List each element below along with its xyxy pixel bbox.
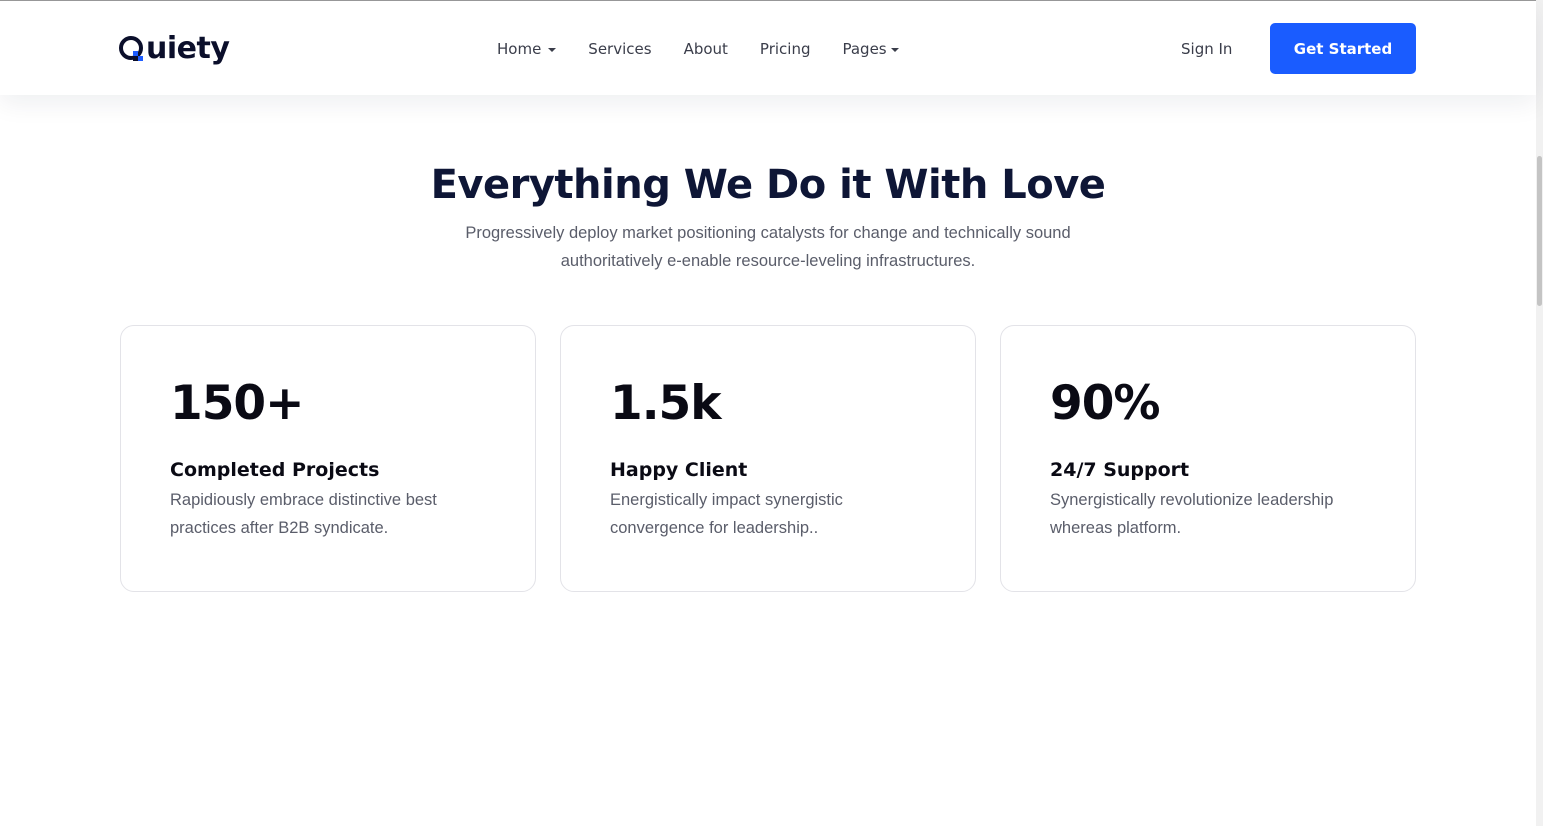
- brand-logo[interactable]: uiety: [119, 29, 230, 69]
- nav-item-home-label: Home: [497, 40, 542, 58]
- logo-text: uiety: [146, 31, 230, 66]
- stat-value: 1.5k: [610, 376, 722, 431]
- chevron-down-icon: [548, 47, 557, 52]
- main-nav: Home Services About Pricing Pages: [497, 39, 899, 59]
- stat-label: 24/7 Support: [1050, 459, 1190, 481]
- stat-description: Rapidiously embrace distinctive best pra…: [170, 486, 470, 542]
- stat-description-line-2: practices after B2B syndicate.: [170, 519, 389, 537]
- stat-description-line-2: convergence for leadership..: [610, 519, 819, 537]
- nav-item-pages[interactable]: Pages: [842, 39, 899, 59]
- nav-item-about[interactable]: About: [684, 39, 728, 59]
- nav-item-pricing[interactable]: Pricing: [760, 39, 811, 59]
- section-subtitle: Progressively deploy market positioning …: [440, 219, 1096, 275]
- section-subtitle-line-2: authoritatively e-enable resource-leveli…: [560, 252, 976, 270]
- page-scrollbar[interactable]: [1536, 0, 1543, 826]
- stat-description-line-1: Rapidiously embrace distinctive best: [170, 491, 437, 509]
- stat-description: Synergistically revolutionize leadership…: [1050, 486, 1350, 542]
- nav-item-pages-label: Pages: [842, 40, 887, 58]
- stat-label: Happy Client: [610, 459, 748, 481]
- nav-item-home[interactable]: Home: [497, 39, 557, 59]
- section-subtitle-line-1: Progressively deploy market positioning …: [465, 224, 1071, 242]
- stat-description-line-2: whereas platform.: [1050, 519, 1182, 537]
- nav-item-services-label: Services: [588, 40, 652, 58]
- stat-description: Energistically impact synergistic conver…: [610, 486, 910, 542]
- stat-description-line-1: Energistically impact synergistic: [610, 491, 843, 509]
- stat-description-line-1: Synergistically revolutionize leadership: [1050, 491, 1334, 509]
- stat-card-support: 90% 24/7 Support Synergistically revolut…: [1000, 325, 1416, 592]
- nav-item-services[interactable]: Services: [588, 39, 651, 59]
- stat-value: 150+: [170, 376, 305, 431]
- sign-in-link[interactable]: Sign In: [1181, 39, 1232, 59]
- site-header: uiety Home Services About Pricing Pages …: [0, 1, 1536, 95]
- stat-label: Completed Projects: [170, 459, 380, 481]
- chevron-down-icon: [890, 47, 899, 52]
- stat-card-clients: 1.5k Happy Client Energistically impact …: [560, 325, 976, 592]
- scrollbar-thumb[interactable]: [1537, 156, 1542, 306]
- stat-card-projects: 150+ Completed Projects Rapidiously embr…: [120, 325, 536, 592]
- section-title: Everything We Do it With Love: [430, 162, 1106, 208]
- get-started-button[interactable]: Get Started: [1270, 23, 1416, 74]
- logo-q-icon: [119, 36, 145, 62]
- nav-item-about-label: About: [683, 40, 728, 58]
- stat-value: 90%: [1050, 376, 1161, 431]
- nav-item-pricing-label: Pricing: [759, 40, 811, 58]
